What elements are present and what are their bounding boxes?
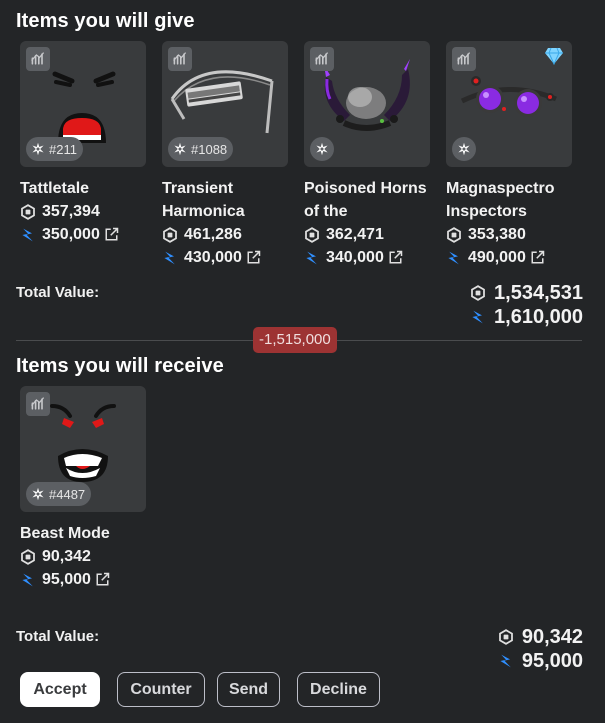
external-link-icon[interactable] [388, 250, 403, 265]
robux-icon [304, 227, 320, 243]
robux-icon [446, 227, 462, 243]
diamond-icon [542, 45, 566, 67]
item-thumbnail[interactable] [304, 41, 430, 167]
receive-total-robux-row: 90,342 [498, 625, 583, 649]
chart-icon [26, 392, 50, 416]
give-total-robux-row: 1,534,531 [470, 281, 583, 305]
value-row: 340,000 [304, 246, 430, 269]
robux-icon [20, 549, 36, 565]
value-difference-badge: -1,515,000 [253, 327, 337, 353]
receive-total-values: 90,342 95,000 [498, 625, 583, 673]
item-thumbnail[interactable]: #4487 [20, 386, 146, 512]
counter-button[interactable]: Counter [117, 672, 205, 707]
receive-total-value-row: 95,000 [498, 649, 583, 673]
item-thumbnail[interactable] [446, 41, 572, 167]
serial-badge: #4487 [26, 482, 92, 506]
value-z-icon [162, 250, 178, 266]
decline-button[interactable]: Decline [297, 672, 380, 707]
robux-row: 90,342 [20, 545, 146, 568]
item-name-link[interactable]: Tattletale [20, 177, 146, 200]
item-name-link[interactable]: Transient Harmonica [162, 177, 288, 223]
receive-items-row: #4487 Beast Mode 90,342 95,000 [20, 386, 146, 591]
robux-row: 357,394 [20, 200, 146, 223]
item-value: 95,000 [42, 570, 91, 588]
robux-icon [162, 227, 178, 243]
give-items-row: #211 Tattletale 357,394 350,000 #1088 Tr… [20, 41, 572, 269]
value-z-icon [304, 250, 320, 266]
sparkle-icon [173, 142, 187, 156]
give-total-values: 1,534,531 1,610,000 [470, 281, 583, 329]
give-item-tattletale: #211 Tattletale 357,394 350,000 [20, 41, 146, 269]
external-link-icon[interactable] [530, 250, 545, 265]
chart-icon [26, 47, 50, 71]
serial-number: #1088 [191, 141, 228, 157]
receive-item-beast-mode: #4487 Beast Mode 90,342 95,000 [20, 386, 146, 591]
value-row: 430,000 [162, 246, 288, 269]
value-z-icon [470, 308, 486, 326]
give-total-robux: 1,534,531 [494, 281, 583, 304]
give-item-transient-harmonica: #1088 Transient Harmonica 461,286 430,00… [162, 41, 288, 269]
value-row: 350,000 [20, 223, 146, 246]
robux-icon [498, 628, 514, 646]
external-link-icon[interactable] [95, 572, 110, 587]
robux-row: 353,380 [446, 223, 572, 246]
item-name-link[interactable]: Magnaspectro Inspectors [446, 177, 572, 223]
value-row: 95,000 [20, 568, 146, 591]
value-row: 490,000 [446, 246, 572, 269]
send-button[interactable]: Send [217, 672, 280, 707]
chart-icon [168, 47, 192, 71]
item-value: 430,000 [184, 248, 242, 266]
give-total-value-row: 1,610,000 [470, 305, 583, 329]
item-name-link[interactable]: Poisoned Horns of the [304, 177, 430, 223]
robux-row: 362,471 [304, 223, 430, 246]
value-z-icon [446, 250, 462, 266]
receive-total-value: 95,000 [521, 649, 583, 672]
give-item-poisoned-horns: Poisoned Horns of the 362,471 340,000 [304, 41, 430, 269]
chart-icon [310, 47, 334, 71]
robux-price: 362,471 [326, 225, 384, 243]
external-link-icon[interactable] [246, 250, 261, 265]
serial-badge: #211 [26, 137, 83, 161]
receive-total-robux: 90,342 [521, 625, 583, 648]
robux-price: 357,394 [42, 202, 100, 220]
serial-badge [310, 137, 334, 161]
item-thumbnail[interactable]: #1088 [162, 41, 288, 167]
receive-section-title: Items you will receive [16, 355, 224, 377]
accept-button[interactable]: Accept [20, 672, 100, 707]
sparkle-icon [315, 142, 329, 156]
value-z-icon [20, 572, 36, 588]
robux-row: 461,286 [162, 223, 288, 246]
chart-icon [452, 47, 476, 71]
value-z-icon [498, 652, 514, 670]
serial-badge: #1088 [168, 137, 234, 161]
value-z-icon [20, 227, 36, 243]
sparkle-icon [31, 142, 45, 156]
receive-total-label: Total Value: [16, 628, 100, 645]
item-thumbnail[interactable]: #211 [20, 41, 146, 167]
robux-icon [20, 204, 36, 220]
serial-number: #4487 [49, 486, 86, 502]
external-link-icon[interactable] [104, 227, 119, 242]
sparkle-icon [31, 487, 45, 501]
item-name-link[interactable]: Beast Mode [20, 522, 146, 545]
robux-price: 353,380 [468, 225, 526, 243]
item-value: 340,000 [326, 248, 384, 266]
give-total-label: Total Value: [16, 284, 100, 301]
give-section-title: Items you will give [16, 10, 195, 32]
sparkle-icon [457, 142, 471, 156]
robux-price: 461,286 [184, 225, 242, 243]
serial-badge [452, 137, 476, 161]
item-value: 490,000 [468, 248, 526, 266]
give-total-value: 1,610,000 [494, 305, 583, 328]
robux-icon [470, 284, 486, 302]
robux-price: 90,342 [42, 547, 91, 565]
item-value: 350,000 [42, 225, 100, 243]
give-item-magnaspectro-inspectors: Magnaspectro Inspectors 353,380 490,000 [446, 41, 572, 269]
serial-number: #211 [49, 141, 77, 157]
